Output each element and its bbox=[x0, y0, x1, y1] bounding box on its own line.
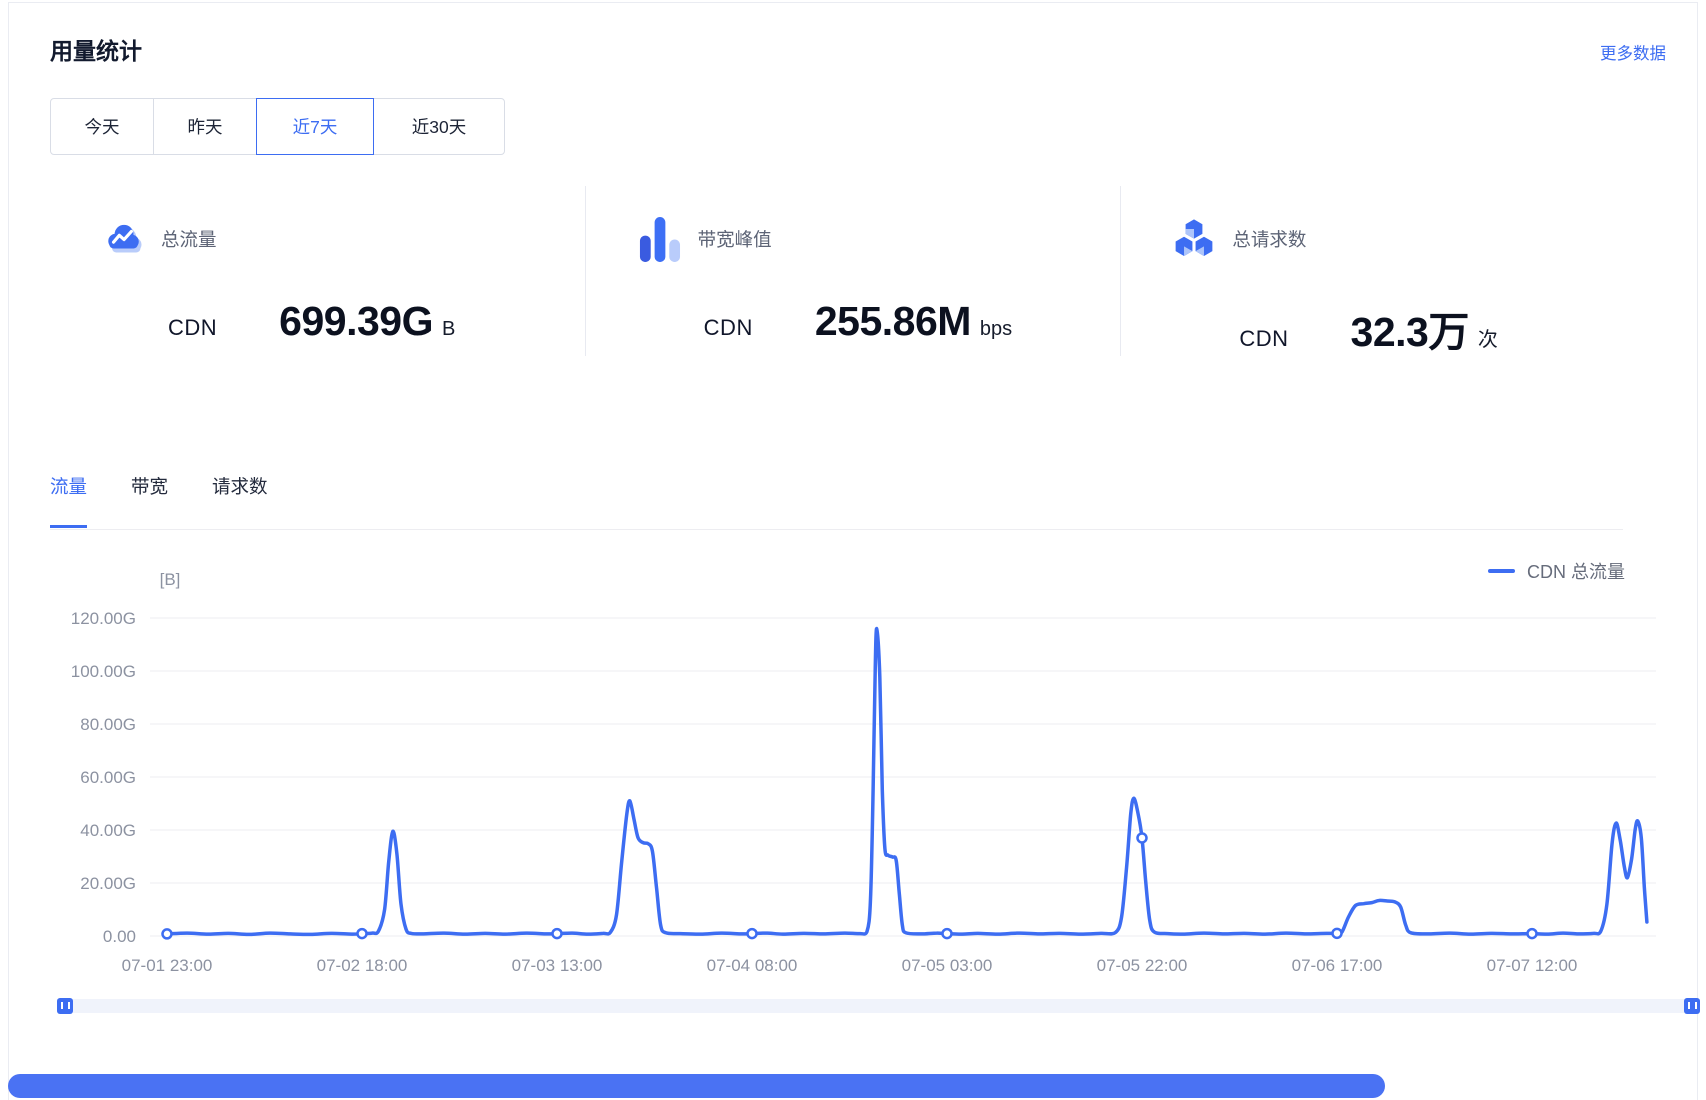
svg-text:07-07 12:00: 07-07 12:00 bbox=[1487, 956, 1578, 975]
svg-text:40.00G: 40.00G bbox=[80, 821, 136, 840]
stat-label: 总流量 bbox=[161, 226, 217, 252]
datazoom-right-handle[interactable] bbox=[1684, 998, 1700, 1014]
svg-text:07-02 18:00: 07-02 18:00 bbox=[317, 956, 408, 975]
bandwidth-bars-icon bbox=[638, 217, 681, 262]
traffic-line-chart: 0.00 20.00G 40.00G 60.00G 80.00G 100.00G 120.0… bbox=[0, 535, 1706, 1015]
stat-label: 总请求数 bbox=[1232, 226, 1306, 252]
svg-text:100.00G: 100.00G bbox=[71, 662, 136, 681]
stat-unit: bps bbox=[980, 318, 1012, 341]
stat-card-peak-bandwidth: 带宽峰值 CDN 255.86M bps bbox=[585, 186, 1121, 356]
chart-tab-requests[interactable]: 请求数 bbox=[212, 476, 268, 528]
svg-text:07-06 17:00: 07-06 17:00 bbox=[1292, 956, 1383, 975]
stat-value: 255.86M bbox=[815, 298, 971, 345]
range-tab-today[interactable]: 今天 bbox=[50, 98, 154, 155]
stat-product: CDN bbox=[1239, 326, 1288, 352]
svg-text:20.00G: 20.00G bbox=[80, 874, 136, 893]
horizontal-scrollbar-thumb[interactable] bbox=[8, 1074, 1385, 1098]
stat-card-total-requests: 总请求数 CDN 32.3万 次 bbox=[1120, 186, 1656, 356]
range-tab-last30days[interactable]: 近30天 bbox=[373, 98, 505, 155]
range-tab-last7days[interactable]: 近7天 bbox=[256, 98, 374, 155]
svg-text:07-01 23:00: 07-01 23:00 bbox=[122, 956, 213, 975]
stat-card-total-traffic: 总流量 CDN 699.39G B bbox=[50, 186, 585, 356]
svg-text:07-05 03:00: 07-05 03:00 bbox=[902, 956, 993, 975]
page-title: 用量统计 bbox=[50, 32, 142, 66]
date-range-tabs: 今天 昨天 近7天 近30天 bbox=[50, 98, 505, 155]
stat-product: CDN bbox=[168, 315, 217, 341]
stat-value: 32.3万 bbox=[1351, 298, 1469, 358]
svg-text:120.00G: 120.00G bbox=[71, 609, 136, 628]
stat-value: 699.39G bbox=[279, 298, 433, 345]
svg-text:07-03 13:00: 07-03 13:00 bbox=[512, 956, 603, 975]
chart-tab-traffic[interactable]: 流量 bbox=[50, 476, 87, 528]
svg-text:80.00G: 80.00G bbox=[80, 715, 136, 734]
range-tab-yesterday[interactable]: 昨天 bbox=[153, 98, 257, 155]
stat-unit: B bbox=[442, 318, 455, 341]
datazoom-left-handle[interactable] bbox=[57, 998, 73, 1014]
stat-label: 带宽峰值 bbox=[698, 226, 772, 252]
requests-cubes-icon bbox=[1173, 218, 1215, 260]
svg-text:[B]: [B] bbox=[160, 570, 181, 589]
chart-tab-bandwidth[interactable]: 带宽 bbox=[131, 476, 168, 528]
more-data-link[interactable]: 更多数据 bbox=[1600, 40, 1666, 64]
stat-cards-row: 总流量 CDN 699.39G B 带宽峰值 CDN 255.86M bps bbox=[50, 186, 1656, 356]
svg-text:0.00: 0.00 bbox=[103, 927, 136, 946]
tabs-divider bbox=[50, 529, 1623, 530]
svg-text:07-04 08:00: 07-04 08:00 bbox=[707, 956, 798, 975]
chart-metric-tabs: 流量 带宽 请求数 bbox=[50, 476, 268, 528]
svg-text:07-05 22:00: 07-05 22:00 bbox=[1097, 956, 1188, 975]
stat-product: CDN bbox=[704, 315, 753, 341]
svg-text:60.00G: 60.00G bbox=[80, 768, 136, 787]
cloud-traffic-icon bbox=[102, 218, 144, 260]
stat-unit: 次 bbox=[1478, 323, 1498, 352]
datazoom-slider-track[interactable] bbox=[57, 999, 1700, 1013]
